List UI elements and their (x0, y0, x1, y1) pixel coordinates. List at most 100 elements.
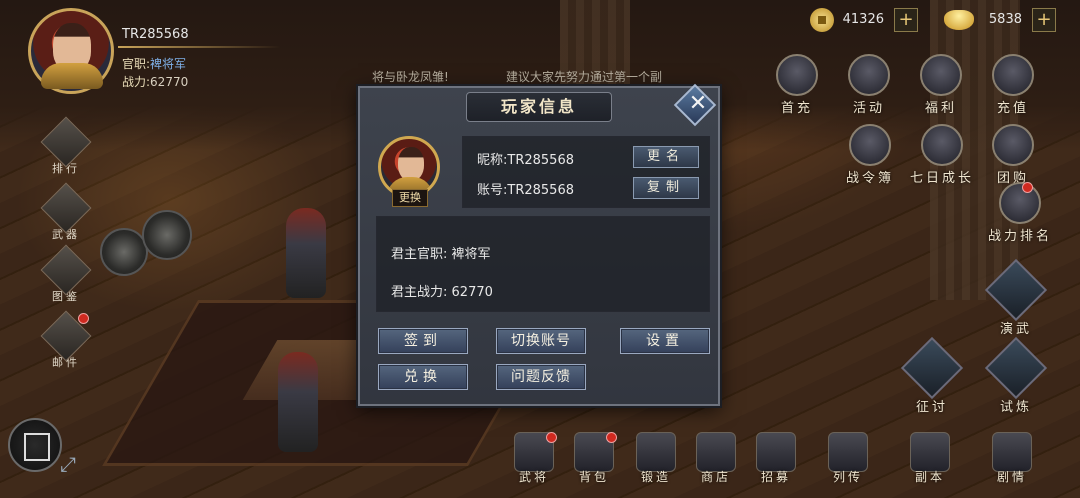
group-buy-button[interactable]: 团购 (986, 124, 1040, 186)
icon-label: 副本 (914, 470, 945, 484)
marquee-text: 建议大家先努力通过第一个副 (506, 70, 663, 84)
icon-label: 商店 (700, 470, 731, 484)
lord-power-value: 62770 (451, 285, 493, 300)
coin-amount: 41326 (842, 12, 884, 27)
shop-icon (696, 432, 736, 472)
campaign-icon (900, 336, 964, 400)
menu-weapons[interactable]: 武器 (40, 182, 92, 242)
power-label: 战力: (122, 75, 151, 89)
shield-prop (142, 210, 192, 260)
lord-power-row: 君主战力: 62770 (391, 281, 493, 300)
soldier-figure (278, 352, 318, 452)
divider (118, 46, 280, 48)
biographies-button[interactable]: 列传 (826, 432, 870, 485)
player-id: TR285568 (122, 27, 189, 42)
welfare-button[interactable]: 福利 (914, 54, 968, 116)
icon-label: 战令簿 (845, 171, 894, 186)
power-ranking-icon (999, 182, 1041, 224)
mail-notification-dot (78, 313, 89, 324)
lord-stats-box: 君主官职: 裨将军 君主战力: 62770 (376, 216, 710, 312)
first-recharge-button[interactable]: 首充 (770, 54, 824, 116)
recruit-button[interactable]: 招募 (754, 432, 798, 485)
drill-icon (984, 258, 1048, 322)
nickname-value: TR285568 (507, 153, 574, 168)
seven-day-growth-button[interactable]: 七日成长 (904, 124, 980, 186)
shop-button[interactable]: 商店 (694, 432, 738, 485)
group-buy-icon (992, 124, 1034, 166)
menu-codex[interactable]: 图鉴 (40, 244, 92, 304)
expand-icon[interactable]: ⤢ (56, 452, 80, 476)
icon-label: 充值 (996, 101, 1029, 116)
forge-hammer-icon (636, 432, 676, 472)
drill-button[interactable]: 演武 (984, 258, 1048, 337)
feedback-button[interactable]: 问题反馈 (496, 364, 586, 390)
add-gold-button[interactable]: + (1032, 8, 1056, 32)
rank-label: 官职: (122, 57, 151, 71)
events-icon (848, 54, 890, 96)
shield-prop (100, 228, 148, 276)
first-recharge-icon (776, 54, 818, 96)
account-label: 账号: (477, 183, 508, 198)
icon-label: 锻造 (640, 470, 671, 484)
welfare-icon (920, 54, 962, 96)
book-icon (992, 432, 1032, 472)
icon-label: 剧情 (996, 470, 1027, 484)
coin-icon (810, 8, 834, 32)
generals-notification-dot (546, 432, 557, 443)
copy-button[interactable]: 复制 (633, 177, 699, 199)
scroll-icon (828, 432, 868, 472)
icon-label: 武将 (518, 470, 549, 484)
power-value: 62770 (150, 75, 189, 89)
settings-button[interactable]: 设置 (620, 328, 710, 354)
marquee-text: 将与卧龙凤雏! (372, 70, 449, 84)
battle-pass-icon (849, 124, 891, 166)
trial-icon (984, 336, 1048, 400)
account-info-box: 昵称:TR285568 账号:TR285568 更名 复制 (462, 136, 710, 208)
campaign-button[interactable]: 征讨 (900, 336, 964, 415)
nickname-label: 昵称: (477, 153, 508, 168)
crossed-swords-icon (910, 432, 950, 472)
nickname-row: 昵称:TR285568 (477, 149, 574, 168)
trial-button[interactable]: 试炼 (984, 336, 1048, 415)
icon-label: 福利 (924, 101, 957, 116)
sign-in-button[interactable]: 签到 (378, 328, 468, 354)
dungeon-button[interactable]: 副本 (908, 432, 952, 485)
soldier-figure (286, 208, 326, 298)
story-button[interactable]: 剧情 (990, 432, 1034, 485)
add-coins-button[interactable]: + (894, 8, 918, 32)
menu-mail[interactable]: 邮件 (40, 310, 92, 370)
cube-menu-icon[interactable] (8, 418, 62, 472)
dialog-title: 玩家信息 (466, 92, 612, 122)
forge-button[interactable]: 锻造 (634, 432, 678, 485)
icon-label: 首充 (780, 101, 813, 116)
avatar-armor (41, 63, 103, 89)
redeem-button[interactable]: 兑换 (378, 364, 468, 390)
player-avatar[interactable] (28, 8, 114, 94)
events-button[interactable]: 活动 (842, 54, 896, 116)
close-icon[interactable]: ✕ (687, 93, 709, 115)
player-info-dialog: 玩家信息 ✕ 更换 昵称:TR285568 账号:TR285568 更名 复制 … (358, 83, 720, 406)
official-rank-row: 君主官职: 裨将军 (391, 243, 491, 262)
account-value: TR285568 (507, 183, 574, 198)
account-row: 账号:TR285568 (477, 179, 574, 198)
switch-account-button[interactable]: 切换账号 (496, 328, 586, 354)
power-ranking-notification-dot (1022, 182, 1033, 193)
player-power: 战力:62770 (122, 73, 188, 90)
backpack-notification-dot (606, 432, 617, 443)
recharge-icon (992, 54, 1034, 96)
gold-amount: 5838 (988, 12, 1022, 27)
power-ranking-button[interactable]: 战力排名 (980, 182, 1060, 244)
menu-ranking[interactable]: 排行 (40, 116, 92, 176)
icon-label: 七日成长 (909, 171, 974, 186)
recharge-button[interactable]: 充值 (986, 54, 1040, 116)
gold-counter: 5838 + (944, 8, 1056, 32)
rename-button[interactable]: 更名 (633, 146, 699, 168)
icon-label: 招募 (760, 470, 791, 484)
official-rank-label: 君主官职: (391, 247, 448, 262)
icon-label: 战力排名 (987, 229, 1052, 244)
icon-label: 活动 (852, 101, 885, 116)
player-rank: 官职:裨将军 (122, 55, 186, 72)
battle-pass-button[interactable]: 战令簿 (838, 124, 902, 186)
rank-value: 裨将军 (150, 57, 187, 71)
change-avatar-button[interactable]: 更换 (392, 189, 428, 207)
